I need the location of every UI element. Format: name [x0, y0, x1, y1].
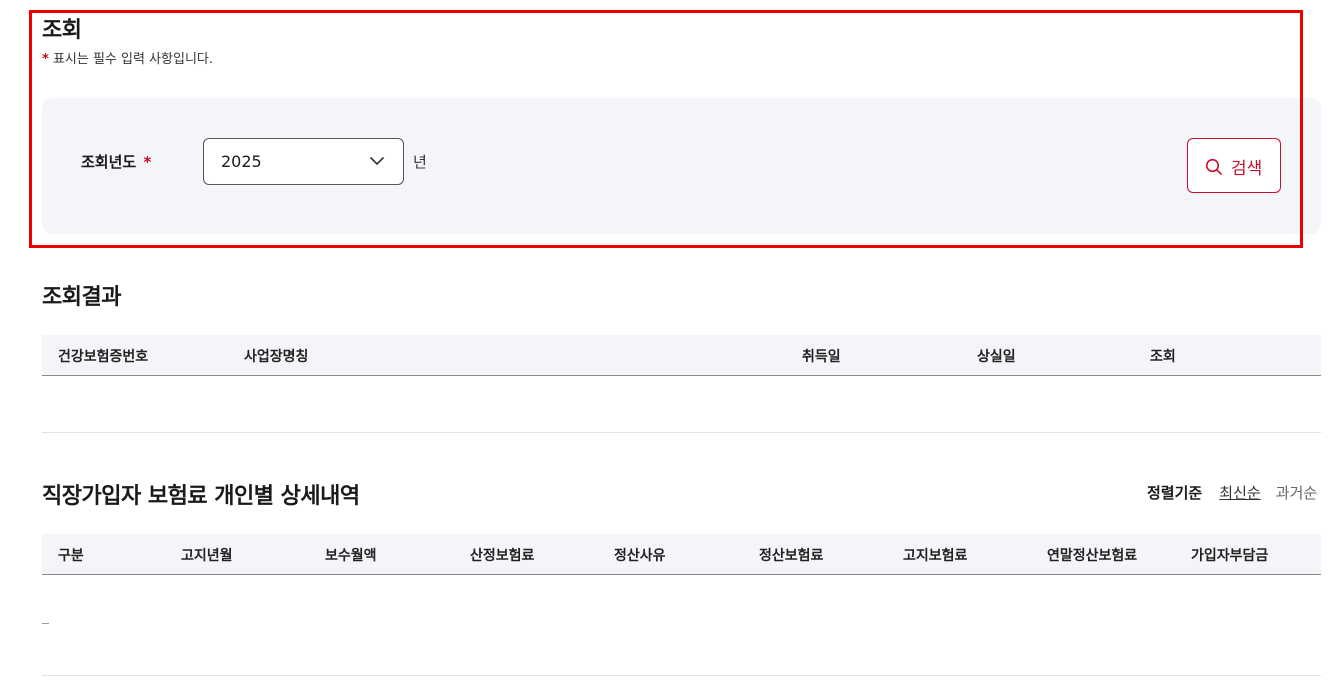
col-acquired-date: 취득일 — [802, 349, 841, 365]
col-category: 구분 — [58, 548, 84, 564]
col-year-end-premium: 연말정산보험료 — [1047, 548, 1138, 564]
sort-oldest-link[interactable]: 과거순 — [1276, 484, 1317, 502]
col-settlement-premium: 정산보험료 — [759, 548, 824, 564]
col-lost-date: 상실일 — [977, 349, 1016, 365]
col-view: 조회 — [1150, 349, 1176, 365]
detail-title: 직장가입자 보험료 개인별 상세내역 — [42, 484, 360, 509]
result-title: 조회결과 — [42, 285, 121, 310]
col-workplace-name: 사업장명칭 — [244, 349, 309, 365]
detail-table-bottom-line — [42, 675, 1321, 676]
col-subscriber-share: 가입자부담금 — [1191, 548, 1269, 564]
empty-row-marker — [42, 623, 49, 624]
col-notice-month: 고지년월 — [181, 548, 233, 564]
result-table-bottom-line — [42, 432, 1321, 433]
sort-label: 정렬기준 — [1147, 484, 1203, 502]
detail-table-header: 구분 고지년월 보수월액 산정보험료 정산사유 정산보험료 고지보험료 연말정산… — [42, 534, 1321, 575]
highlight-frame — [29, 10, 1303, 248]
col-notice-premium: 고지보험료 — [903, 548, 968, 564]
sort-newest-link[interactable]: 최신순 — [1219, 484, 1260, 502]
col-settlement-reason: 정산사유 — [614, 548, 666, 564]
result-table-header: 건강보험증번호 사업장명칭 취득일 상실일 조회 — [42, 335, 1321, 376]
col-calculated-premium: 산정보험료 — [470, 548, 535, 564]
col-monthly-salary: 보수월액 — [325, 548, 377, 564]
col-insurance-number: 건강보험증번호 — [58, 349, 149, 365]
sort-controls: 정렬기준 최신순 과거순 — [1147, 482, 1317, 503]
